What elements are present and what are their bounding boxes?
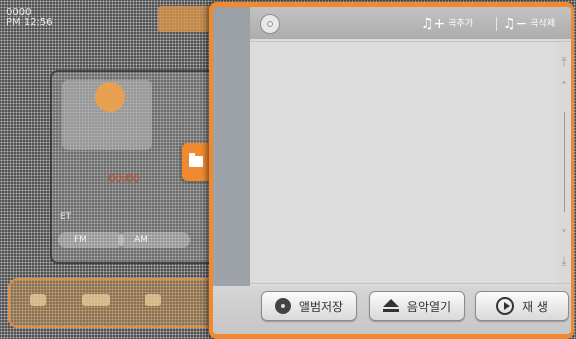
add-song-label: 곡추가 xyxy=(448,19,474,29)
background-orb-icon xyxy=(95,82,125,112)
play-button[interactable]: 재 생 xyxy=(475,291,569,321)
background-bar-icon xyxy=(145,294,161,306)
scroll-down-icon[interactable]: ˅ xyxy=(557,228,571,242)
eject-icon xyxy=(382,299,399,313)
scroll-bottom-icon[interactable]: ⤓ xyxy=(557,254,571,268)
delete-song-icon: ♫− xyxy=(503,16,528,32)
playlist-panel: ♫+ 곡추가 ♫− 곡삭제 ⤒ ˄ ˅ ⤓ xyxy=(213,7,571,334)
list-bottom-divider xyxy=(250,283,571,284)
delete-song-button[interactable]: ♫− 곡삭제 xyxy=(503,16,555,32)
add-song-icon: ♫+ xyxy=(421,16,446,32)
background-pill-fm: FM xyxy=(58,232,124,248)
background-bar-icon xyxy=(82,294,110,306)
background-red-text: 00:00 xyxy=(108,172,140,185)
background-pill-am: AM xyxy=(118,232,190,248)
play-icon xyxy=(496,297,515,315)
save-album-label: 앨범저장 xyxy=(298,299,344,314)
album-save-icon xyxy=(274,298,291,314)
cd-icon xyxy=(260,14,280,34)
song-list[interactable] xyxy=(250,39,557,286)
list-left-strip xyxy=(213,39,250,286)
background-top-tab xyxy=(158,6,216,32)
open-music-label: 음악열기 xyxy=(406,299,452,314)
save-album-button[interactable]: 앨범저장 xyxy=(261,291,357,321)
scrollbar-track xyxy=(564,112,565,212)
add-song-button[interactable]: ♫+ 곡추가 xyxy=(421,16,473,32)
folder-icon xyxy=(189,153,203,167)
list-top-divider xyxy=(250,41,571,42)
background-clock-line2: PM 12:56 xyxy=(6,17,53,28)
background-bar-icon xyxy=(30,294,46,306)
play-label: 재 생 xyxy=(522,299,548,314)
open-music-button[interactable]: 음악열기 xyxy=(369,291,465,321)
delete-song-label: 곡삭제 xyxy=(530,19,556,29)
header-divider xyxy=(496,17,497,31)
background-clock: 0000 PM 12:56 xyxy=(6,8,53,28)
header-left-block xyxy=(213,7,250,39)
background-et-label: ET xyxy=(60,212,72,222)
scroll-up-icon[interactable]: ˄ xyxy=(557,80,571,94)
scroll-top-icon[interactable]: ⤒ xyxy=(557,55,571,69)
